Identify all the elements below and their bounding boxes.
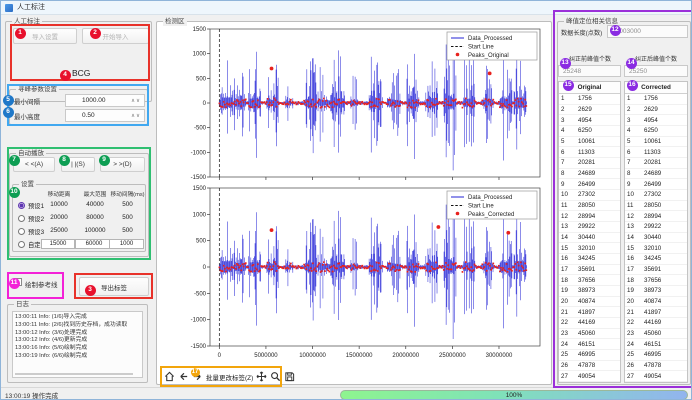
save-icon[interactable] xyxy=(284,371,295,382)
som-annotation-box xyxy=(10,24,150,81)
som-mark-5: 5 xyxy=(3,95,14,106)
window-title: 人工标注 xyxy=(17,1,45,14)
som-annotation-box xyxy=(160,366,282,387)
progress-label: 100% xyxy=(506,392,523,399)
log-area[interactable]: 13:00:11 Info: (1/6)导入完成13:00:11 Info: (… xyxy=(12,311,143,378)
progress-bar: 100% xyxy=(340,390,688,400)
som-annotation-box xyxy=(553,10,692,388)
status-bar: 13:00:19 操作完成 100% xyxy=(1,387,692,400)
log-line: 13:00:11 Info: (1/6)导入完成 xyxy=(13,314,142,322)
som-mark-1: 1 xyxy=(15,28,26,39)
som-mark-14: 14 xyxy=(626,58,637,69)
log-line: 13:00:19 Info: (6/6)绘制完成 xyxy=(13,353,142,361)
som-mark-17: 17 xyxy=(191,368,200,377)
som-annotation-box xyxy=(7,147,151,260)
som-mark-7: 7 xyxy=(9,155,20,166)
som-mark-11: 11 xyxy=(9,278,20,289)
som-mark-4: 4 xyxy=(60,70,71,81)
som-mark-6: 6 xyxy=(3,107,14,118)
log-group: 日志 13:00:11 Info: (1/6)导入完成13:00:11 Info… xyxy=(7,304,148,383)
app-window: 人工标注 人工标注 导入设置 开始导入 BCG 寻峰参数设置 最小间隔 1000… xyxy=(0,0,692,400)
bottom-signal-chart[interactable] xyxy=(176,183,548,361)
log-line: 13:00:11 Info: (2/6)找到历史存档，成功读取 xyxy=(13,322,142,330)
status-text: 13:00:19 操作完成 xyxy=(5,390,58,400)
som-mark-15: 15 xyxy=(563,80,574,91)
som-mark-16: 16 xyxy=(627,80,638,91)
top-signal-chart[interactable] xyxy=(176,25,548,181)
som-mark-8: 8 xyxy=(59,155,70,166)
som-mark-9: 9 xyxy=(99,155,110,166)
som-mark-3: 3 xyxy=(85,285,96,296)
app-icon xyxy=(5,4,13,12)
log-line: 13:00:16 Info: (5/6)绘制完成 xyxy=(13,345,142,353)
som-annotation-box xyxy=(7,84,149,126)
som-mark-10: 10 xyxy=(9,187,20,198)
som-mark-13: 13 xyxy=(560,58,571,69)
log-hscrollbar[interactable] xyxy=(15,373,133,375)
som-mark-12: 12 xyxy=(610,25,621,36)
log-group-label: 日志 xyxy=(14,300,31,309)
som-mark-2: 2 xyxy=(90,28,101,39)
